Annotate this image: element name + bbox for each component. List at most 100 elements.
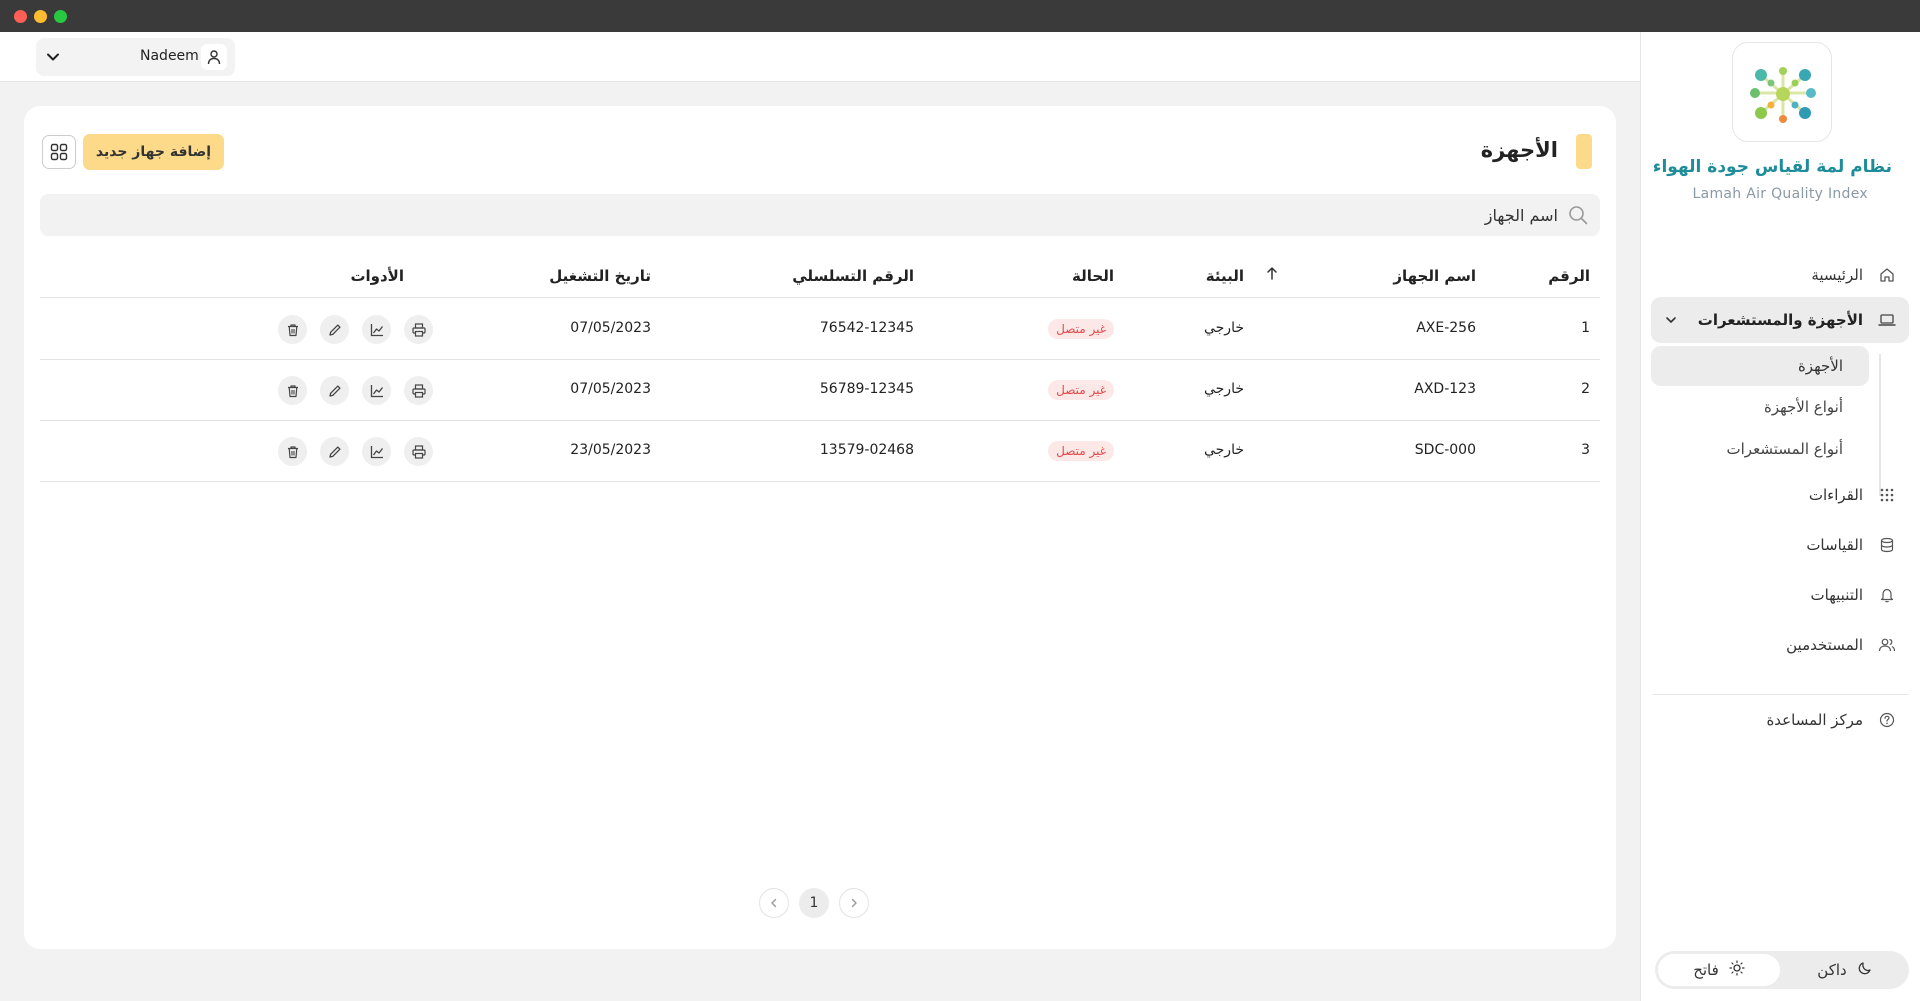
table-header: الرقم اسم الجهاز البيئة الحالة الرقم الت… [40,254,1600,298]
delete-button[interactable] [278,315,307,344]
nav-help-center-label: مركز المساعدة [1766,711,1863,729]
cell-name: SDC-000 [1414,442,1476,458]
pencil-icon [328,384,341,397]
database-icon [1877,535,1897,555]
table-row: 1 AXE-256 خارجي غير متصل 76542-12345 07/… [40,299,1600,360]
add-device-button[interactable]: إضافة جهاز جديد [83,134,224,170]
brand-title: نظام لمة لقياس جودة الهواء [1652,157,1892,177]
chart-button[interactable] [362,437,391,466]
chart-button[interactable] [362,376,391,405]
next-page-button[interactable] [839,888,869,918]
nav-alerts[interactable]: التنبيهات [1651,572,1909,618]
grid-view-button[interactable] [42,135,76,169]
chevron-down-icon[interactable] [1665,312,1677,330]
user-name: Nadeem [140,48,199,64]
cell-date: 23/05/2023 [570,442,651,458]
trash-icon [287,384,298,397]
theme-light-label: فاتح [1693,961,1719,979]
sub-nav-device-types[interactable]: أنواع الأجهزة [1651,387,1869,427]
help-circle-icon [1877,710,1897,730]
theme-toggle: فاتح داكن [1655,951,1909,989]
sub-nav-devices[interactable]: الأجهزة [1651,346,1869,386]
status-badge: غير متصل [1048,441,1114,461]
maximize-window-button[interactable] [54,10,67,23]
sun-icon [1729,960,1745,980]
theme-light-option[interactable]: فاتح [1658,954,1780,986]
print-button[interactable] [404,437,433,466]
chevron-down-icon[interactable] [44,48,62,66]
cell-name: AXD-123 [1414,381,1476,397]
nav-devices-sensors[interactable]: الأجهزة والمستشعرات [1651,297,1909,343]
col-serial[interactable]: الرقم التسلسلي [792,267,914,285]
user-menu[interactable]: Nadeem [36,38,235,76]
cell-environment: خارجي [1203,320,1244,336]
search-input[interactable] [58,194,1558,236]
search-icon [1568,205,1588,225]
table-row: 2 AXD-123 خارجي غير متصل 56789-12345 07/… [40,360,1600,421]
nav-users[interactable]: المستخدمين [1651,622,1909,668]
cell-environment: خارجي [1203,442,1244,458]
chart-button[interactable] [362,315,391,344]
cell-serial: 13579-02468 [819,442,914,458]
nav-measurements[interactable]: القياسات [1651,522,1909,568]
sort-arrow-icon[interactable] [1266,266,1278,284]
nav-users-label: المستخدمين [1786,636,1863,654]
col-date[interactable]: تاريخ التشغيل [549,267,651,285]
moon-icon [1857,960,1873,980]
grid-icon [50,143,68,161]
sidebar: نظام لمة لقياس جودة الهواء Lamah Air Qua… [1640,32,1920,1001]
nav-help-center[interactable]: مركز المساعدة [1651,697,1909,743]
print-button[interactable] [404,315,433,344]
col-number[interactable]: الرقم [1548,267,1590,285]
col-tools: الأدوات [350,267,404,285]
minimize-window-button[interactable] [34,10,47,23]
prev-page-button[interactable] [759,888,789,918]
nav-home[interactable]: الرئيسية [1651,252,1909,298]
edit-button[interactable] [320,376,349,405]
col-status[interactable]: الحالة [1072,267,1114,285]
edit-button[interactable] [320,437,349,466]
cell-date: 07/05/2023 [570,381,651,397]
page-number-button[interactable]: 1 [799,888,829,918]
home-icon [1877,265,1897,285]
col-environment[interactable]: البيئة [1206,267,1244,285]
cell-number: 1 [1581,320,1590,336]
close-window-button[interactable] [14,10,27,23]
theme-dark-option[interactable]: داكن [1784,954,1906,986]
cell-number: 3 [1581,442,1590,458]
cell-name: AXE-256 [1416,320,1476,336]
table-row: 3 SDC-000 خارجي غير متصل 13579-02468 23/… [40,421,1600,482]
col-name[interactable]: اسم الجهاز [1393,267,1476,285]
status-badge: غير متصل [1048,380,1114,400]
nav-readings[interactable]: القراءات [1651,472,1909,518]
chevron-right-icon [851,898,857,908]
window-titlebar [0,0,1920,32]
brand-subtitle: Lamah Air Quality Index [1692,186,1868,202]
theme-dark-label: داكن [1817,961,1847,979]
top-bar: Nadeem [0,32,1640,82]
nav-alerts-label: التنبيهات [1810,586,1863,604]
print-button[interactable] [404,376,433,405]
status-badge: غير متصل [1048,319,1114,339]
printer-icon [411,322,426,337]
delete-button[interactable] [278,437,307,466]
chart-icon [370,323,383,336]
cell-date: 07/05/2023 [570,320,651,336]
app-logo [1732,42,1832,142]
user-icon [201,44,227,70]
cell-serial: 76542-12345 [819,320,914,336]
search-bar [40,194,1600,236]
cell-environment: خارجي [1203,381,1244,397]
laptop-icon [1877,310,1897,330]
chart-icon [370,445,383,458]
printer-icon [411,383,426,398]
bell-icon [1877,585,1897,605]
nav-devices-sensors-label: الأجهزة والمستشعرات [1697,311,1863,329]
cell-serial: 56789-12345 [819,381,914,397]
sub-nav-sensor-types[interactable]: أنواع المستشعرات [1651,429,1869,469]
pencil-icon [328,445,341,458]
printer-icon [411,444,426,459]
delete-button[interactable] [278,376,307,405]
logo-icon [1750,67,1816,123]
edit-button[interactable] [320,315,349,344]
